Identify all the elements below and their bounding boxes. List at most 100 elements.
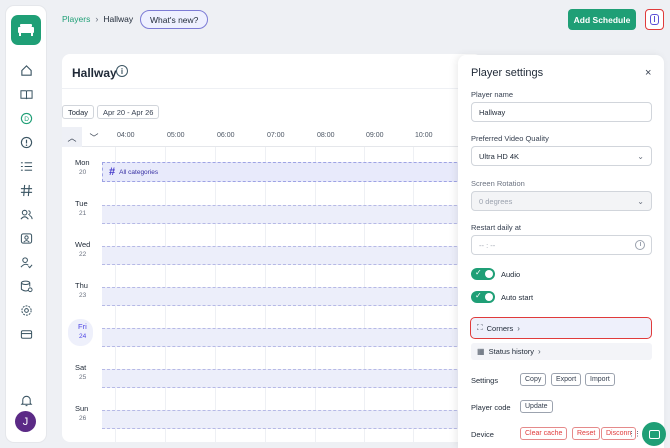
day-name: Sat — [75, 363, 87, 372]
status-history-label: Status history — [488, 347, 534, 356]
reset-button[interactable]: Reset — [572, 427, 601, 440]
history-icon: ▦ — [477, 347, 485, 356]
settings-panel-toggle-button[interactable] — [645, 9, 664, 30]
hour-label: 05:00 — [167, 132, 185, 139]
category-label: All categories — [119, 168, 159, 176]
today-button[interactable]: Today — [62, 105, 95, 119]
breadcrumb-players[interactable]: Players — [62, 14, 90, 24]
schedule-slot[interactable] — [102, 410, 482, 429]
day-row-fri: Fri 24 — [62, 316, 482, 357]
breadcrumb: Players › Hallway — [62, 14, 133, 24]
chevron-right-icon: › — [538, 347, 541, 356]
schedule-slot[interactable] — [102, 205, 482, 224]
screen-rotation-label: Screen Rotation — [471, 179, 525, 188]
status-history-row[interactable]: ▦ Status history › — [471, 343, 652, 360]
player-settings-panel: Player settings × Player name Hallway Pr… — [458, 55, 664, 448]
chevron-down-icon: ⌄ — [637, 152, 644, 161]
day-number: 21 — [79, 210, 87, 217]
day-name: Mon — [75, 158, 90, 167]
divider — [62, 88, 482, 89]
schedule-slot[interactable] — [102, 369, 482, 388]
schedule-slot[interactable] — [102, 287, 482, 306]
schedule-slot[interactable] — [102, 246, 482, 265]
video-quality-select[interactable]: Ultra HD 4K ⌄ — [471, 146, 652, 166]
video-quality-value: Ultra HD 4K — [479, 151, 520, 161]
whats-new-button[interactable]: What's new? — [140, 10, 209, 29]
check-icon: ✓ — [475, 268, 482, 277]
day-row-mon: Mon 20 # All categories — [62, 152, 482, 193]
contact-card-icon[interactable] — [18, 230, 34, 246]
autostart-toggle[interactable]: ✓ — [471, 291, 495, 303]
day-number: 23 — [79, 292, 87, 299]
hashtag-icon[interactable] — [18, 182, 34, 198]
info-icon[interactable]: i — [116, 65, 128, 77]
hour-label: 10:00 — [415, 132, 433, 139]
sidebar: D J — [6, 6, 46, 442]
drag-handle-icon[interactable]: ⋮⋮ — [628, 430, 641, 438]
dashboard-icon[interactable]: D — [18, 110, 34, 126]
hour-label: 08:00 — [317, 132, 335, 139]
panel-icon — [650, 14, 659, 25]
book-icon[interactable] — [18, 86, 34, 102]
day-row-tue: Tue 21 — [62, 193, 482, 234]
restart-time-input[interactable]: -- : -- — [471, 235, 652, 255]
user-check-icon[interactable] — [18, 254, 34, 270]
export-button[interactable]: Export — [551, 373, 582, 386]
panel-title: Player settings — [471, 67, 544, 79]
corners-row[interactable]: ⛶ Corners › — [470, 317, 652, 339]
date-range-button[interactable]: Apr 20 - Apr 26 — [97, 105, 160, 119]
day-row-wed: Wed 22 — [62, 234, 482, 275]
audio-label: Audio — [501, 270, 521, 279]
check-icon: ✓ — [475, 291, 482, 300]
day-row-thu: Thu 23 — [62, 275, 482, 316]
close-icon[interactable]: × — [645, 67, 651, 79]
svg-text:D: D — [24, 115, 29, 122]
clear-cache-button[interactable]: Clear cache — [520, 427, 568, 440]
gear-icon[interactable] — [18, 302, 34, 318]
chevron-down-icon[interactable]: ﹀ — [84, 127, 104, 147]
player-code-label: Player code — [471, 403, 511, 412]
timeline-header: ︿ ﹀ 04:00 05:00 06:00 07:00 08:00 09:00 … — [62, 127, 482, 147]
day-number: 20 — [79, 169, 87, 176]
settings-row-label: Settings — [471, 376, 499, 385]
chat-button[interactable] — [642, 422, 666, 446]
player-name-label: Player name — [471, 90, 514, 99]
schedule-slot[interactable] — [102, 328, 482, 347]
breadcrumb-separator: › — [95, 14, 99, 24]
player-name-input[interactable]: Hallway — [471, 102, 652, 122]
hour-label: 04:00 — [117, 132, 135, 139]
list-icon[interactable] — [18, 158, 34, 174]
day-name: Wed — [75, 240, 91, 249]
day-number: 25 — [79, 374, 87, 381]
screen-rotation-select[interactable]: 0 degrees ⌄ — [471, 191, 652, 211]
billing-card-icon[interactable] — [18, 326, 34, 342]
audio-toggle[interactable]: ✓ — [471, 268, 495, 280]
schedule-block-all-categories[interactable]: # All categories — [102, 162, 482, 182]
screen-rotation-value: 0 degrees — [479, 196, 513, 206]
clock-icon — [635, 240, 645, 250]
video-quality-label: Preferred Video Quality — [471, 134, 549, 143]
add-schedule-button[interactable]: Add Schedule — [568, 9, 636, 30]
users-icon[interactable] — [18, 206, 34, 222]
restart-daily-label: Restart daily at — [471, 223, 522, 232]
user-avatar[interactable]: J — [15, 411, 36, 432]
app-logo[interactable] — [11, 15, 41, 45]
hour-label: 09:00 — [366, 132, 384, 139]
chat-icon — [648, 429, 660, 439]
breadcrumb-current: Hallway — [103, 14, 134, 24]
import-button[interactable]: Import — [585, 373, 615, 386]
database-settings-icon[interactable] — [18, 278, 34, 294]
day-number: 22 — [79, 251, 87, 258]
day-name: Tue — [75, 199, 88, 208]
copy-button[interactable]: Copy — [520, 373, 547, 386]
hashtag-icon: # — [109, 166, 116, 178]
day-name: Fri — [78, 322, 87, 331]
chevron-up-icon[interactable]: ︿ — [62, 127, 82, 147]
update-button[interactable]: Update — [520, 400, 553, 413]
hour-label: 07:00 — [267, 132, 285, 139]
day-name: Sun — [75, 404, 89, 413]
home-icon[interactable] — [18, 62, 34, 78]
alert-icon[interactable] — [18, 134, 34, 150]
bell-icon[interactable] — [18, 392, 34, 408]
corners-label: Corners — [486, 323, 514, 333]
